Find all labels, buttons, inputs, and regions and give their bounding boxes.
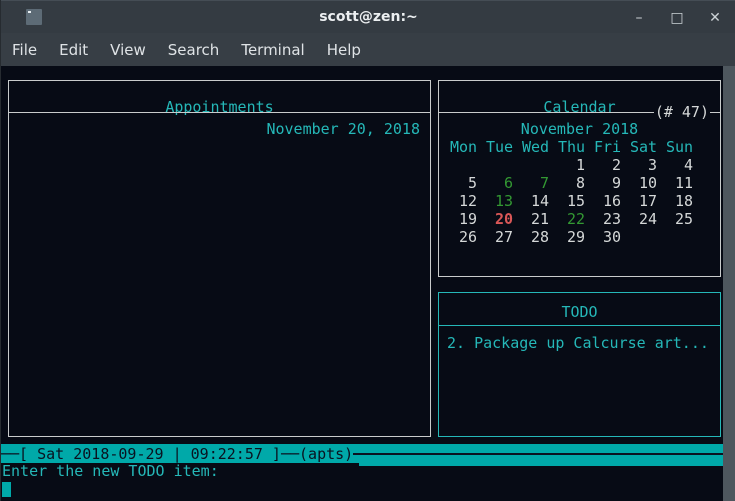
menu-item-file[interactable]: File [11, 39, 38, 61]
calendar-day-8: 8 [558, 174, 594, 192]
appointments-date-label: November 20, 2018 [9, 120, 420, 138]
calendar-day-14: 14 [522, 192, 558, 210]
calendar-day-27: 27 [486, 228, 522, 246]
calendar-day-11: 11 [666, 174, 702, 192]
calendar-day-empty [630, 228, 666, 246]
calendar-day-15: 15 [558, 192, 594, 210]
calendar-day-18: 18 [666, 192, 702, 210]
close-button[interactable]: ✕ [704, 7, 726, 29]
calendar-day-30: 30 [594, 228, 630, 246]
day-header-thu: Thu [558, 138, 594, 156]
menu-item-edit[interactable]: Edit [58, 39, 89, 61]
day-header-tue: Tue [486, 138, 522, 156]
menu-item-help[interactable]: Help [326, 39, 362, 61]
todo-list-item: 2. Package up Calcurse art... [447, 334, 709, 352]
day-header-wed: Wed [522, 138, 558, 156]
todo-title-separator [439, 325, 720, 326]
window-controls: –□ ✕ [628, 1, 726, 34]
statusbar-fill-line [353, 453, 723, 455]
calendar-day-empty [666, 228, 702, 246]
calendar-panel: Calendar (# 47) November 2018 MonTueWedT… [438, 80, 721, 277]
calendar-week-row: 2627282930 [450, 228, 702, 246]
todo-panel-title: TODO [439, 303, 720, 321]
redraw-artifact-line [359, 463, 723, 466]
calendar-day-12: 12 [450, 192, 486, 210]
day-header-sat: Sat [630, 138, 666, 156]
calendar-day-2: 2 [594, 156, 630, 174]
calendar-week-row: 1234 [450, 156, 702, 174]
terminal-scrollbar[interactable] [723, 66, 735, 501]
calendar-day-empty [450, 156, 486, 174]
day-header-mon: Mon [450, 138, 486, 156]
separator-line [439, 112, 654, 113]
calendar-week-row: 19202122232425 [450, 210, 702, 228]
calendar-day-6: 6 [486, 174, 522, 192]
calendar-day-29: 29 [558, 228, 594, 246]
appointments-panel-title: Appointments [9, 98, 430, 116]
calendar-day-28: 28 [522, 228, 558, 246]
calendar-day-3: 3 [630, 156, 666, 174]
calendar-day-7: 7 [522, 174, 558, 192]
notify-status-bar: ──[ Sat 2018-09-29 | 09:22:57 ]──(apts) [1, 444, 723, 463]
calendar-day-empty [522, 156, 558, 174]
calendar-title-separator: (# 47) [439, 103, 720, 121]
calendar-day-25: 25 [666, 210, 702, 228]
calendar-day-20: 20 [486, 210, 522, 228]
menu-item-terminal[interactable]: Terminal [240, 39, 305, 61]
menu-bar: File Edit View Search Terminal Help [1, 33, 735, 66]
maximize-button[interactable]: □ [666, 7, 688, 29]
calendar-day-21: 21 [522, 210, 558, 228]
calendar-day-17: 17 [630, 192, 666, 210]
appointments-panel: Appointments November 20, 2018 [8, 80, 431, 437]
calendar-day-19: 19 [450, 210, 486, 228]
terminal-window: scott@zen:~ –□ ✕ File Edit View Search Termin… [0, 0, 735, 501]
calendar-month-label: November 2018 [439, 120, 720, 138]
terminal-screen[interactable]: Appointments November 20, 2018 Calendar … [1, 66, 735, 501]
calendar-week-row: 567891011 [450, 174, 702, 192]
todo-panel: TODO 2. Package up Calcurse art... [438, 292, 721, 437]
todo-input-prompt: Enter the new TODO item: [2, 462, 219, 480]
calendar-day-16: 16 [594, 192, 630, 210]
calendar-day-26: 26 [450, 228, 486, 246]
title-bar[interactable]: scott@zen:~ –□ ✕ [1, 0, 735, 33]
minimize-button[interactable]: – [628, 7, 650, 29]
calendar-week-row: 12131415161718 [450, 192, 702, 210]
calendar-day-5: 5 [450, 174, 486, 192]
calendar-day-headers: MonTueWedThuFriSatSun [450, 138, 702, 156]
calendar-day-13: 13 [486, 192, 522, 210]
calendar-day-empty [486, 156, 522, 174]
calendar-day-9: 9 [594, 174, 630, 192]
week-number-badge: (# 47) [654, 103, 710, 121]
calendar-day-24: 24 [630, 210, 666, 228]
day-header-sun: Sun [666, 138, 702, 156]
calendar-day-22: 22 [558, 210, 594, 228]
calendar-day-1: 1 [558, 156, 594, 174]
text-cursor[interactable] [2, 482, 11, 497]
calendar-day-23: 23 [594, 210, 630, 228]
calendar-day-10: 10 [630, 174, 666, 192]
day-header-fri: Fri [594, 138, 630, 156]
statusbar-text: ──[ Sat 2018-09-29 | 09:22:57 ]──(apts) [1, 445, 353, 463]
separator-line [710, 112, 720, 113]
appointments-title-separator [9, 112, 430, 113]
calendar-day-4: 4 [666, 156, 702, 174]
menu-item-search[interactable]: Search [167, 39, 221, 61]
window-title: scott@zen:~ [1, 1, 735, 34]
menu-item-view[interactable]: View [109, 39, 147, 61]
